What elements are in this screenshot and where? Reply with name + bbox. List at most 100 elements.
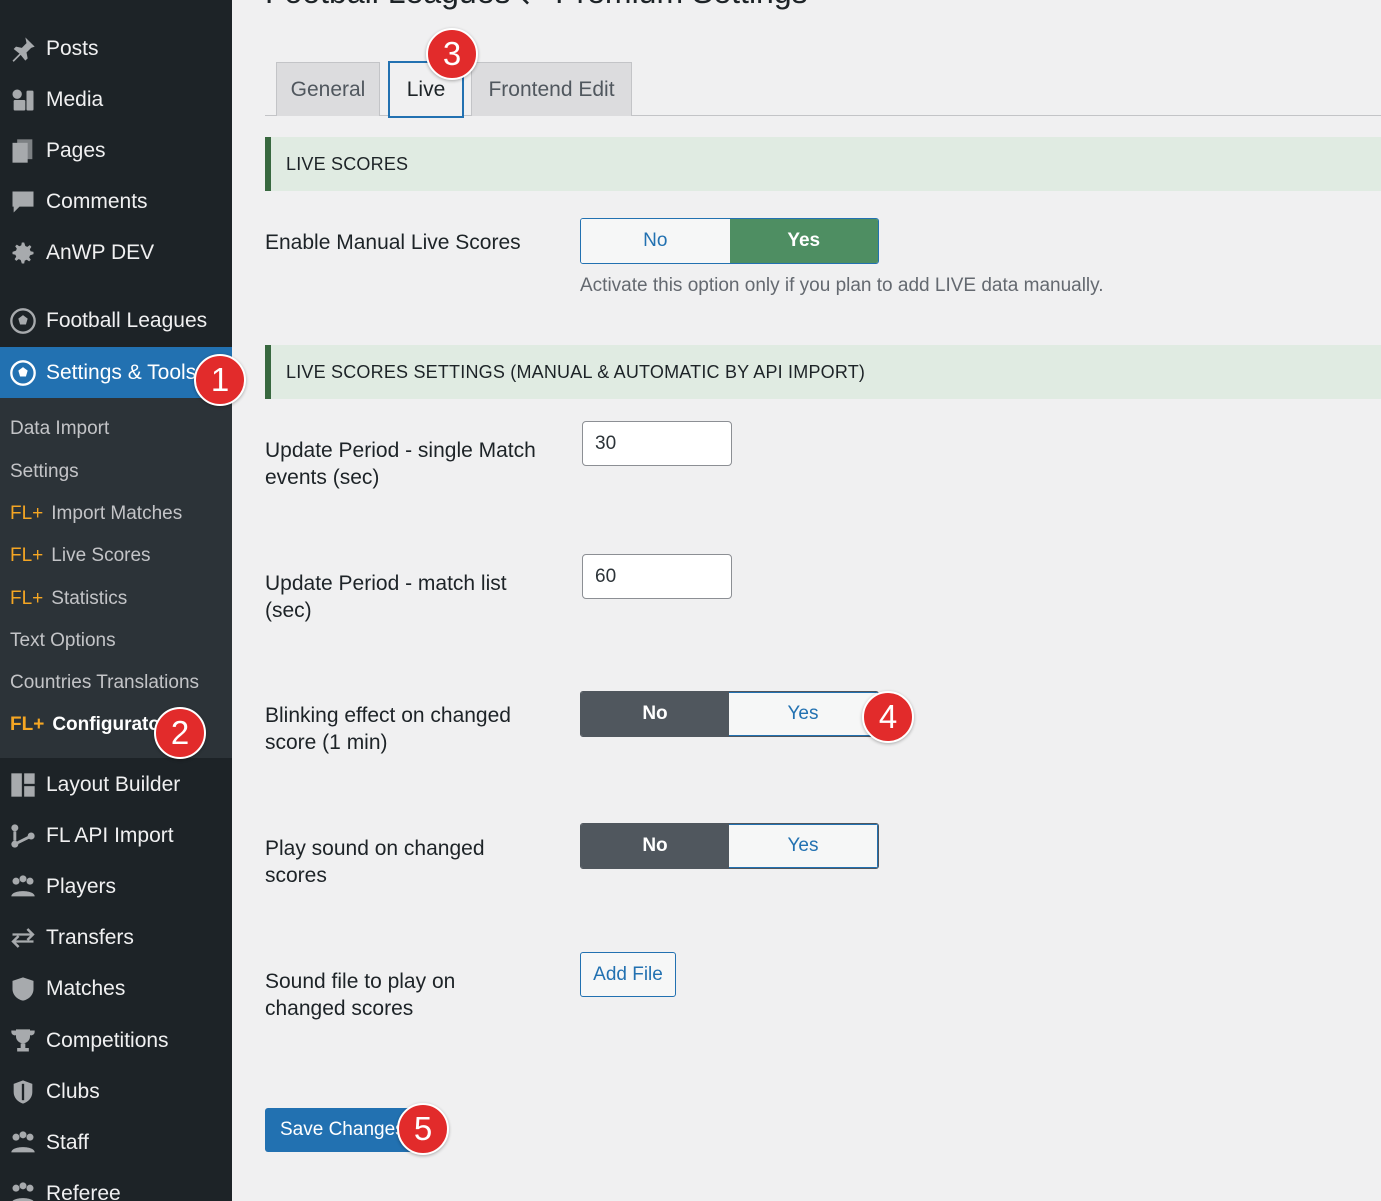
sidebar-item-label: Comments xyxy=(46,190,148,213)
sidebar-item-layout-builder[interactable]: Layout Builder xyxy=(0,760,232,810)
sidebar-item-label: Staff xyxy=(46,1131,89,1154)
sidebar-item-clubs[interactable]: Clubs xyxy=(0,1067,232,1117)
sidebar-item-posts[interactable]: Posts xyxy=(0,24,232,74)
submenu-item-label: Settings xyxy=(10,461,79,482)
sidebar-item-label: Settings & Tools xyxy=(46,360,197,384)
trophy-icon xyxy=(0,1027,46,1055)
sidebar-item-media[interactable]: Media xyxy=(0,75,232,125)
submenu-item-label: Countries Translations xyxy=(10,672,200,693)
enable-manual-description: Activate this option only if you plan to… xyxy=(580,275,1104,296)
play-sound-no-option[interactable]: No xyxy=(581,824,729,868)
sidebar-item-label: FL API Import xyxy=(46,824,174,847)
enable-manual-no-option[interactable]: No xyxy=(581,219,730,263)
submenu-item-label: Configurator xyxy=(52,714,168,735)
comment-icon xyxy=(0,188,46,216)
field-label-update-list: Update Period - match list (sec) xyxy=(265,572,507,622)
sidebar-item-transfers[interactable]: Transfers xyxy=(0,913,232,963)
fl-plus-prefix: FL+ xyxy=(10,588,44,609)
sidebar-item-football-leagues[interactable]: Football Leagues xyxy=(0,296,232,346)
sidebar-item-staff[interactable]: Staff xyxy=(0,1118,232,1168)
add-file-button[interactable]: Add File xyxy=(580,952,676,997)
sidebar-item-fl-api-import[interactable]: FL API Import xyxy=(0,811,232,861)
fl-plus-prefix: FL+ xyxy=(10,545,44,566)
submenu-item-label: Live Scores xyxy=(51,545,151,566)
sidebar-item-competitions[interactable]: Competitions xyxy=(0,1016,232,1066)
players-icon xyxy=(0,873,46,901)
sidebar-item-label: Posts xyxy=(46,37,99,60)
transfer-icon xyxy=(0,924,46,952)
admin-sidebar: Posts Media Pages Comments AnWP DEV Foot… xyxy=(0,0,232,1201)
submenu-item-label: Text Options xyxy=(10,630,116,651)
field-label-play-sound: Play sound on changed scores xyxy=(265,837,485,887)
shield-icon xyxy=(0,975,46,1003)
sidebar-item-label: Media xyxy=(46,88,104,111)
sidebar-item-label: Layout Builder xyxy=(46,773,181,796)
soccer-ball-icon xyxy=(0,359,46,387)
pages-icon xyxy=(0,137,46,165)
sidebar-item-anwp-dev[interactable]: AnWP DEV xyxy=(0,228,232,278)
blinking-no-option[interactable]: No xyxy=(581,692,729,736)
sidebar-item-label: Clubs xyxy=(46,1080,100,1103)
sidebar-item-label: Football Leagues xyxy=(46,309,208,332)
submenu-item-configurator[interactable]: FL+ Configurator xyxy=(10,710,167,740)
fl-plus-prefix: FL+ xyxy=(10,714,45,735)
sidebar-item-players[interactable]: Players xyxy=(0,862,232,912)
step-badge-1: 1 xyxy=(194,354,246,406)
submenu-item-countries-translations[interactable]: Countries Translations xyxy=(10,668,199,698)
play-sound-toggle: No Yes xyxy=(580,823,879,869)
submenu-item-label: Import Matches xyxy=(51,503,183,524)
submenu-item-import-matches[interactable]: FL+ Import Matches xyxy=(10,499,182,529)
referee-icon xyxy=(0,1180,46,1201)
submenu-item-label: Statistics xyxy=(51,588,128,609)
pin-icon xyxy=(0,35,46,63)
sidebar-item-referee[interactable]: Referee xyxy=(0,1169,232,1201)
submenu-item-statistics[interactable]: FL+ Statistics xyxy=(10,584,127,614)
step-badge-4: 4 xyxy=(862,691,914,743)
sidebar-item-comments[interactable]: Comments xyxy=(0,177,232,227)
blinking-toggle: No Yes xyxy=(580,691,879,737)
section-heading-live-settings: LIVE SCORES SETTINGS (MANUAL & AUTOMATIC… xyxy=(265,345,1381,399)
submenu-item-label: Data Import xyxy=(10,418,110,439)
settings-submenu: Data Import Settings FL+ Import Matches F… xyxy=(0,398,232,758)
save-changes-button[interactable]: Save Changes xyxy=(265,1108,415,1152)
sidebar-item-label: Matches xyxy=(46,977,126,1000)
gear-icon xyxy=(0,239,46,267)
step-badge-2: 2 xyxy=(154,707,206,759)
submenu-item-text-options[interactable]: Text Options xyxy=(10,626,116,656)
api-icon xyxy=(0,822,46,850)
club-shield-icon xyxy=(0,1078,46,1106)
update-single-input[interactable]: 30 xyxy=(582,421,732,466)
fl-plus-prefix: FL+ xyxy=(10,503,44,524)
step-badge-3: 3 xyxy=(426,28,478,80)
enable-manual-yes-option[interactable]: Yes xyxy=(729,219,878,263)
main-content: Football Leagues ⇄ Premium Settings Gene… xyxy=(232,0,1381,1201)
sidebar-item-label: Referee xyxy=(46,1182,121,1201)
layout-icon xyxy=(0,771,46,799)
step-badge-5: 5 xyxy=(397,1103,449,1155)
field-label-enable-manual: Enable Manual Live Scores xyxy=(265,231,521,254)
sidebar-item-label: Players xyxy=(46,875,117,898)
sidebar-item-pages[interactable]: Pages xyxy=(0,126,232,176)
media-icon xyxy=(0,86,46,114)
soccer-ball-icon xyxy=(0,307,46,335)
play-sound-yes-option[interactable]: Yes xyxy=(729,824,878,868)
field-label-update-single: Update Period - single Match events (sec… xyxy=(265,439,536,489)
tab-general[interactable]: General xyxy=(276,62,380,116)
sidebar-item-label: Transfers xyxy=(46,926,134,949)
blinking-yes-option[interactable]: Yes xyxy=(729,692,878,736)
update-list-input[interactable]: 60 xyxy=(582,554,732,599)
submenu-item-settings[interactable]: Settings xyxy=(10,457,79,487)
sidebar-item-label: AnWP DEV xyxy=(46,241,155,264)
field-label-blinking: Blinking effect on changed score (1 min) xyxy=(265,704,511,754)
section-heading-live-scores: LIVE SCORES xyxy=(265,137,1381,191)
submenu-item-live-scores[interactable]: FL+ Live Scores xyxy=(10,541,151,571)
sidebar-item-matches[interactable]: Matches xyxy=(0,964,232,1014)
sidebar-item-label: Pages xyxy=(46,139,106,162)
page-title: Football Leagues ⇄ Premium Settings xyxy=(265,0,808,11)
staff-icon xyxy=(0,1129,46,1157)
submenu-item-data-import[interactable]: Data Import xyxy=(10,414,109,444)
tab-frontend-edit[interactable]: Frontend Edit xyxy=(471,62,632,116)
field-label-sound-file: Sound file to play on changed scores xyxy=(265,970,456,1020)
sidebar-item-label: Competitions xyxy=(46,1029,169,1052)
enable-manual-toggle: No Yes xyxy=(580,218,879,264)
